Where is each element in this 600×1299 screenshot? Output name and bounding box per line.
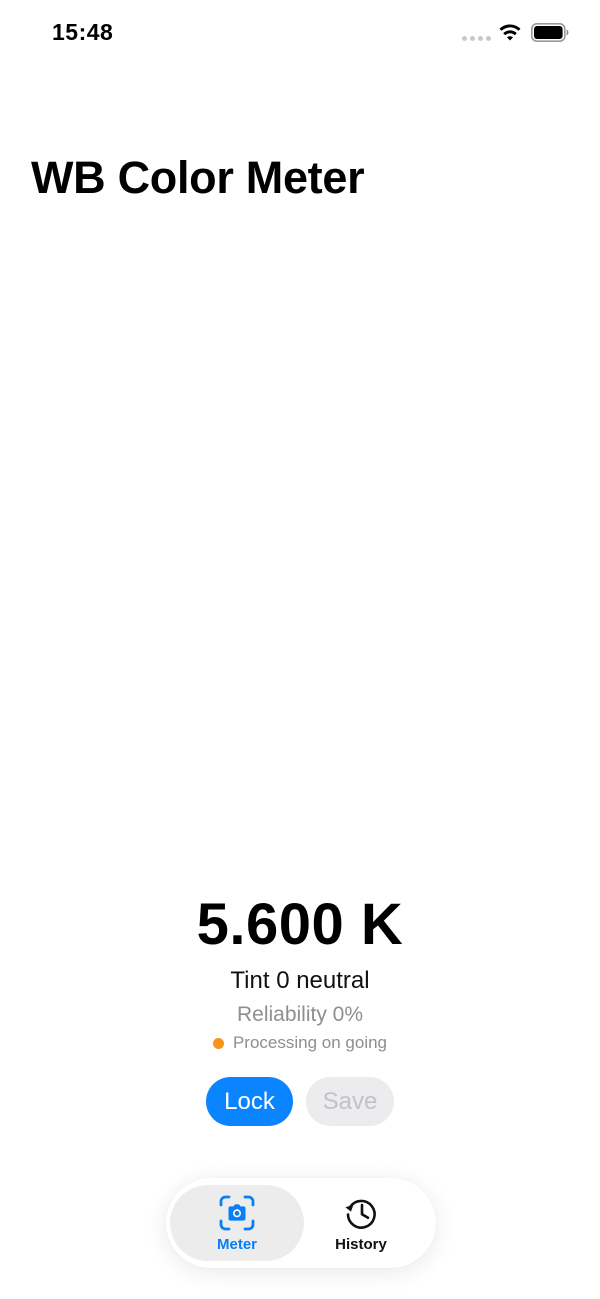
- color-temperature-value: 5.600 K: [196, 892, 404, 957]
- status-time: 15:48: [52, 19, 114, 45]
- action-buttons: Lock Save: [0, 1077, 600, 1126]
- meter-screen: 15:48 WB Color Meter 5.600 K Tint 0 neut…: [0, 0, 600, 1299]
- tab-history-label: History: [335, 1235, 387, 1253]
- status-bar: 15:48: [0, 0, 600, 66]
- wifi-icon: [499, 24, 521, 41]
- battery-icon: [531, 23, 569, 42]
- tab-history[interactable]: History: [294, 1185, 428, 1261]
- processing-status: Processing on going: [0, 1031, 600, 1055]
- tint-value: Tint 0 neutral: [230, 967, 370, 994]
- camera-viewfinder-icon: [219, 1195, 255, 1230]
- save-button[interactable]: Save: [306, 1077, 394, 1126]
- lock-button[interactable]: Lock: [206, 1077, 293, 1126]
- tab-bar: Meter History: [166, 1178, 436, 1268]
- page-title: WB Color Meter: [31, 152, 365, 203]
- cellular-signal-icon: [462, 36, 491, 41]
- tab-meter-label: Meter: [216, 1235, 257, 1253]
- white-balance-readout: 5.600 K Tint 0 neutral Reliability 0% Pr…: [0, 890, 600, 1055]
- history-clock-icon: [345, 1199, 376, 1229]
- status-dot-icon: [212, 1037, 224, 1049]
- tab-meter[interactable]: Meter: [170, 1185, 304, 1261]
- processing-status-label: Processing on going: [232, 1033, 388, 1052]
- reliability-value: Reliability 0%: [236, 1003, 364, 1026]
